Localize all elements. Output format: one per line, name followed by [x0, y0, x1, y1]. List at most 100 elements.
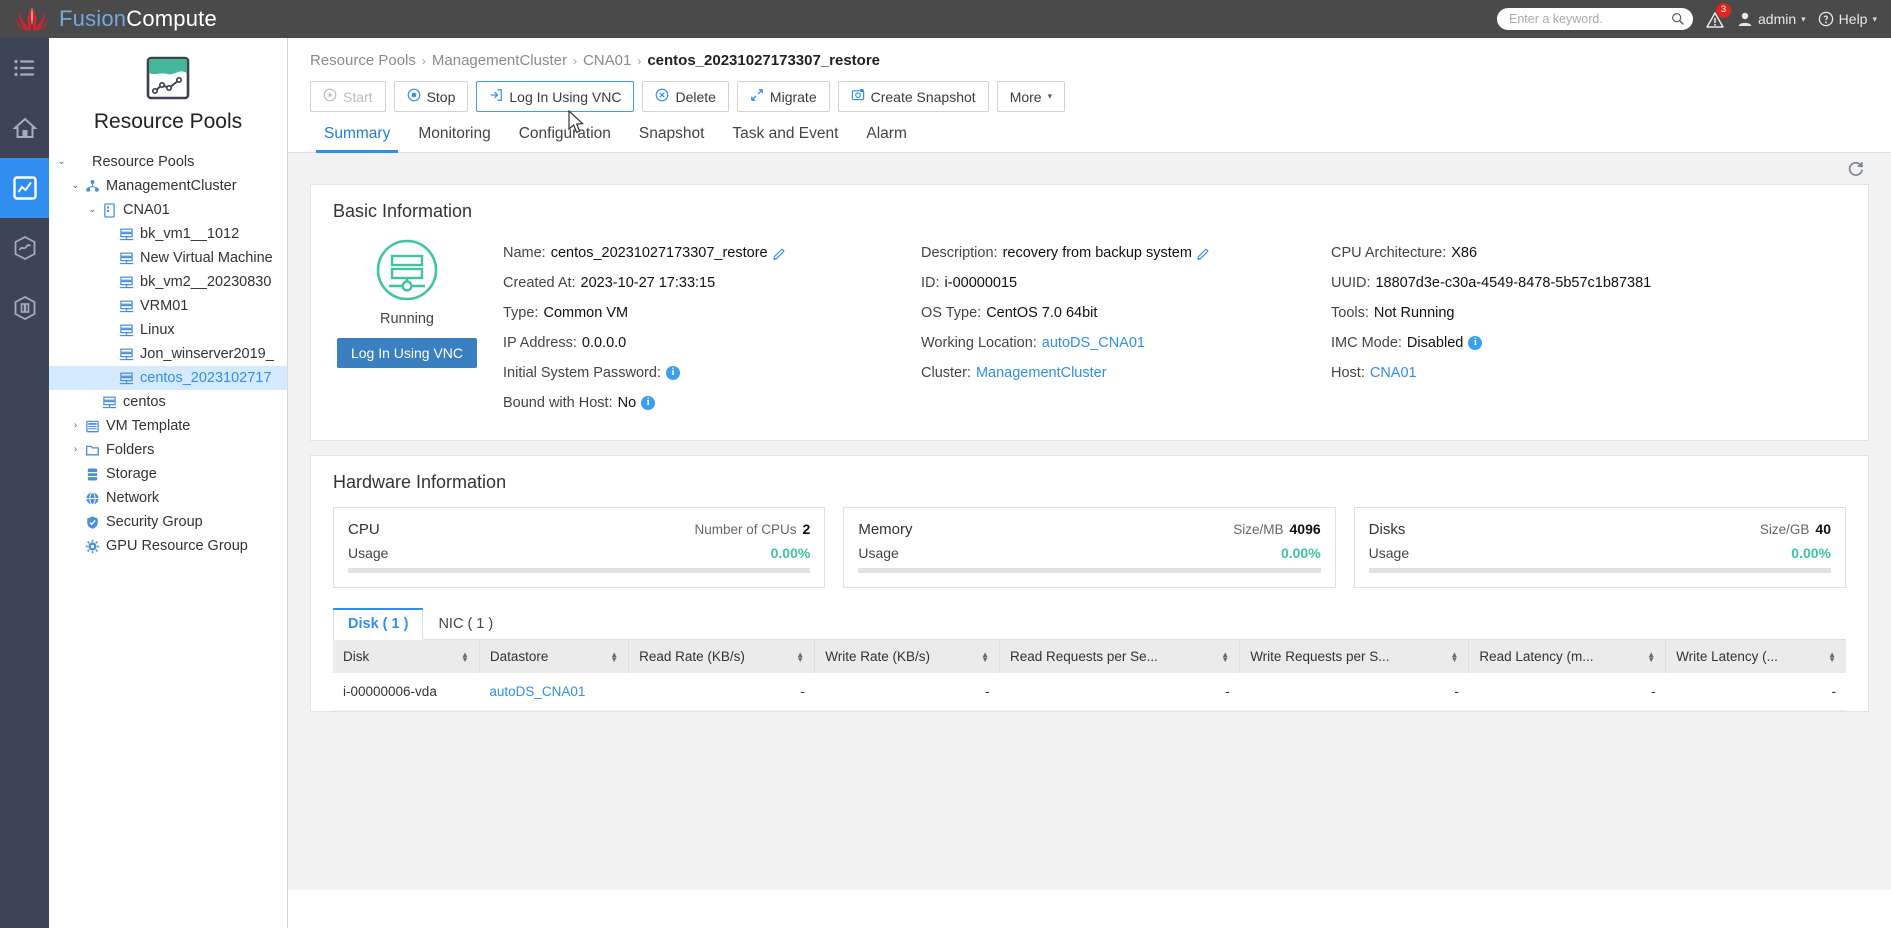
column-header[interactable]: Write Latency (... ▲ ▼ [1665, 640, 1846, 673]
rail-item-menu[interactable] [0, 38, 49, 98]
edit-pencil-icon[interactable] [772, 247, 786, 260]
top-bar: FusionCompute 3 admin ▾ [0, 0, 1891, 38]
rail-item-system[interactable] [0, 278, 49, 338]
tree-node-linux[interactable]: Linux [49, 318, 287, 342]
sort-arrows-icon[interactable]: ▲ ▼ [981, 650, 989, 663]
sort-arrows-icon[interactable]: ▲ ▼ [1647, 650, 1655, 663]
tree-node-gpu-resource-group[interactable]: GPU Resource Group [49, 534, 287, 558]
tree-node-bk-vm2-20230830[interactable]: bk_vm2__20230830 [49, 270, 287, 294]
info-label: Tools: [1331, 305, 1369, 321]
sort-arrows-icon[interactable]: ▲ ▼ [461, 650, 469, 663]
vm-icon [100, 395, 118, 410]
tab-configuration[interactable]: Configuration [505, 125, 625, 152]
edit-pencil-icon[interactable] [1197, 247, 1210, 260]
rail-item-vdc[interactable] [0, 218, 49, 278]
hardware-metric-label: Number of CPUs [694, 522, 797, 537]
column-header[interactable]: Disk ▲ ▼ [333, 640, 480, 673]
search-input[interactable] [1509, 12, 1671, 26]
column-header[interactable]: Read Rate (KB/s) ▲ ▼ [628, 640, 816, 673]
more-button[interactable]: More ▾ [996, 81, 1066, 112]
sort-arrows-icon[interactable]: ▲ ▼ [1221, 650, 1229, 663]
hardware-card-memory: Memory Size/MB 4096 Usage 0.00% [843, 507, 1336, 588]
sort-arrows-icon[interactable]: ▲ ▼ [610, 650, 618, 663]
tab-monitoring[interactable]: Monitoring [404, 125, 504, 152]
tab-task-and-event[interactable]: Task and Event [718, 125, 852, 152]
tree-node-centos[interactable]: centos [49, 390, 287, 414]
toolbar-button-label: Stop [426, 88, 456, 105]
info-tooltip-icon[interactable]: i [641, 396, 656, 410]
tab-summary[interactable]: Summary [310, 125, 404, 153]
tree-node-folders[interactable]: › Folders [49, 438, 287, 462]
tree-node-storage[interactable]: Storage [49, 462, 287, 486]
tree-twisty-icon[interactable]: ⌄ [68, 181, 83, 191]
breadcrumb-item[interactable]: ManagementCluster [432, 52, 567, 69]
log-in-using-vnc-button[interactable]: Log In Using VNC [476, 81, 635, 112]
info-label: Host: [1331, 365, 1365, 381]
breadcrumb-item[interactable]: CNA01 [583, 52, 631, 69]
tab-snapshot[interactable]: Snapshot [625, 125, 719, 152]
table-row[interactable]: i-00000006-vda autoDS_CNA01 - - - - - - [333, 673, 1846, 711]
tree-node-label: bk_vm1__1012 [140, 226, 240, 242]
rail-item-resource-pools[interactable] [0, 158, 49, 218]
sort-arrows-icon[interactable]: ▲ ▼ [1450, 650, 1458, 663]
stop-button[interactable]: Stop [393, 81, 469, 112]
info-value[interactable]: autoDS_CNA01 [1042, 335, 1145, 351]
column-header-label: Write Requests per S... [1250, 649, 1390, 664]
folder-icon [83, 443, 101, 458]
tree-node-vm-template[interactable]: › VM Template [49, 414, 287, 438]
tree-node-vrm01[interactable]: VRM01 [49, 294, 287, 318]
tree-twisty-icon[interactable]: › [68, 421, 83, 431]
delete-button[interactable]: Delete [642, 81, 729, 112]
tree-node-cna01[interactable]: ⌄ CNA01 [49, 198, 287, 222]
info-row-cpu-architecture: CPU Architecture: X86 [1331, 238, 1761, 268]
info-tooltip-icon[interactable]: i [1468, 336, 1483, 350]
chevron-down-icon: ▾ [1801, 13, 1806, 24]
hardware-card-title: Disks [1368, 521, 1406, 538]
resource-pools-icon [146, 56, 190, 100]
tree-node-network[interactable]: Network [49, 486, 287, 510]
help-menu[interactable]: Help ▾ [1818, 11, 1877, 27]
column-header[interactable]: Read Latency (m... ▲ ▼ [1468, 640, 1667, 673]
column-header[interactable]: Write Rate (KB/s) ▲ ▼ [814, 640, 1001, 673]
login-vnc-button[interactable]: Log In Using VNC [336, 338, 478, 368]
refresh-icon[interactable] [1847, 160, 1865, 178]
hardware-card-metric: Size/GB 40 [1760, 521, 1831, 537]
hardware-card-title: Memory [858, 521, 913, 538]
tree-node-centos-2023102717[interactable]: centos_2023102717 [49, 366, 287, 390]
sort-arrows-icon[interactable]: ▲ ▼ [1828, 650, 1836, 663]
tree-node-bk-vm1-1012[interactable]: bk_vm1__1012 [49, 222, 287, 246]
rail-item-home[interactable] [0, 98, 49, 158]
info-tooltip-icon[interactable]: i [665, 366, 680, 380]
column-header[interactable]: Read Requests per Se... ▲ ▼ [999, 640, 1241, 673]
tree-twisty-icon[interactable]: ⌄ [54, 157, 69, 167]
info-row-os-type: OS Type: CentOS 7.0 64bit [921, 298, 1331, 328]
info-value[interactable]: CNA01 [1370, 365, 1417, 381]
info-label: Name: [503, 245, 546, 261]
tab-alarm[interactable]: Alarm [852, 125, 920, 152]
tree-node-managementcluster[interactable]: ⌄ ManagementCluster [49, 174, 287, 198]
detail-tabs: Summary Monitoring Configuration Snapshot Ta… [288, 125, 1891, 153]
column-header[interactable]: Datastore ▲ ▼ [479, 640, 630, 673]
info-value[interactable]: ManagementCluster [976, 365, 1107, 381]
cell-text[interactable]: autoDS_CNA01 [489, 684, 585, 699]
column-header[interactable]: Write Requests per S... ▲ ▼ [1239, 640, 1470, 673]
alarm-button[interactable]: 3 [1705, 3, 1731, 30]
search-box[interactable] [1497, 8, 1693, 30]
sort-arrows-icon[interactable]: ▲ ▼ [796, 650, 804, 663]
device-tab-disk[interactable]: Disk ( 1 ) [333, 608, 424, 640]
device-tab-nic[interactable]: NIC ( 1 ) [423, 608, 508, 640]
tree-twisty-icon[interactable]: ⌄ [85, 205, 100, 215]
tree-node-new-virtual-machine[interactable]: New Virtual Machine [49, 246, 287, 270]
user-menu[interactable]: admin ▾ [1737, 11, 1806, 27]
search-icon[interactable] [1671, 12, 1685, 26]
tree-node-security-group[interactable]: Security Group [49, 510, 287, 534]
tree-node-resource-pools[interactable]: ⌄ Resource Pools [49, 150, 287, 174]
migrate-button[interactable]: Migrate [736, 81, 830, 112]
create-snapshot-button[interactable]: Create Snapshot [837, 81, 989, 112]
tree-node-jon-winserver2019[interactable]: Jon_winserver2019_ [49, 342, 287, 366]
breadcrumb-item[interactable]: Resource Pools [310, 52, 416, 69]
storage-icon [83, 467, 101, 482]
cell-text: - [1225, 684, 1230, 699]
usage-label: Usage [348, 545, 389, 561]
tree-twisty-icon[interactable]: › [68, 445, 83, 455]
